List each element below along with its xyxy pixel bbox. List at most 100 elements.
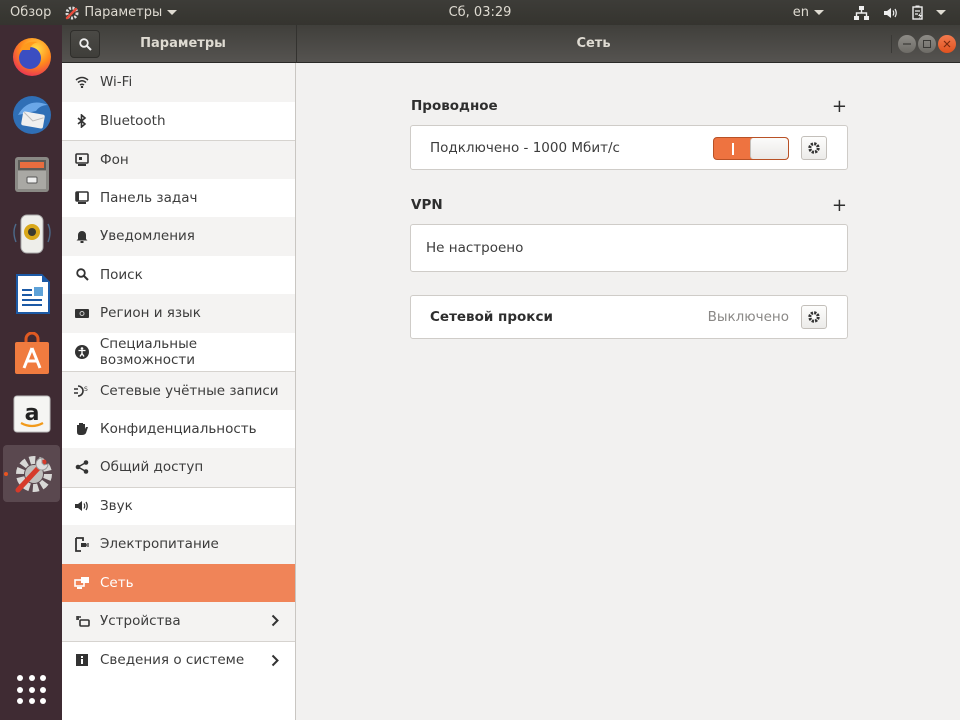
network-panel: Проводное + Подключено - 1000 Мбит/с VPN… bbox=[297, 63, 960, 720]
dock-files[interactable] bbox=[3, 145, 60, 202]
maximize-icon bbox=[923, 40, 931, 48]
sidebar-item-region[interactable]: Регион и язык bbox=[62, 294, 295, 333]
network-wired-icon[interactable] bbox=[854, 5, 869, 20]
show-apps-icon[interactable] bbox=[17, 675, 47, 705]
wired-heading: Проводное bbox=[411, 98, 498, 114]
volume-icon[interactable] bbox=[883, 6, 898, 20]
sidebar: Wi-Fi Bluetooth Фон Панель задач Уведомл… bbox=[62, 63, 296, 720]
devices-icon bbox=[74, 613, 90, 629]
dock-icon bbox=[74, 190, 90, 206]
switch-knob bbox=[750, 138, 788, 159]
privacy-hand-icon bbox=[74, 421, 90, 437]
close-button[interactable] bbox=[938, 35, 956, 53]
proxy-settings-button[interactable] bbox=[801, 305, 827, 329]
dock-software[interactable] bbox=[3, 325, 60, 382]
writer-icon bbox=[15, 273, 50, 314]
bluetooth-icon bbox=[74, 113, 90, 129]
top-bar: Обзор Параметры Сб, 03:29 en bbox=[0, 0, 960, 25]
chevron-down-icon bbox=[814, 10, 824, 15]
search-button[interactable] bbox=[70, 30, 100, 58]
sidebar-item-privacy[interactable]: Конфиденциальность bbox=[62, 410, 295, 449]
sidebar-item-bluetooth[interactable]: Bluetooth bbox=[62, 102, 295, 141]
system-menu[interactable] bbox=[912, 5, 946, 20]
sidebar-item-dock[interactable]: Панель задач bbox=[62, 179, 295, 218]
sidebar-item-sound[interactable]: Звук bbox=[62, 486, 295, 526]
gear-icon bbox=[808, 311, 820, 323]
wired-connection-row: Подключено - 1000 Мбит/с bbox=[410, 125, 848, 170]
proxy-status: Выключено bbox=[707, 309, 789, 325]
keyboard-layout-indicator[interactable]: en bbox=[793, 5, 824, 20]
sidebar-item-online-accounts[interactable]: S Сетевые учётные записи bbox=[62, 371, 295, 410]
sidebar-item-accessibility[interactable]: Специальные возможности bbox=[62, 333, 295, 372]
header-bar: Параметры Сеть bbox=[62, 25, 960, 63]
sidebar-item-label: Звук bbox=[100, 498, 133, 515]
dock-settings[interactable] bbox=[3, 445, 60, 502]
sidebar-item-label: Wi-Fi bbox=[100, 74, 133, 91]
app-menu-label: Параметры bbox=[84, 5, 163, 20]
accessibility-icon bbox=[74, 344, 90, 360]
sidebar-item-wifi[interactable]: Wi-Fi bbox=[62, 63, 295, 102]
vpn-row: Не настроено bbox=[410, 224, 848, 272]
dock-amazon[interactable]: a bbox=[3, 385, 60, 442]
proxy-row[interactable]: Сетевой прокси Выключено bbox=[410, 295, 848, 339]
firefox-icon bbox=[12, 37, 51, 76]
dock-writer[interactable] bbox=[3, 265, 60, 322]
bell-icon bbox=[74, 228, 90, 244]
chevron-down-icon bbox=[167, 10, 178, 15]
app-menu[interactable]: Параметры bbox=[65, 5, 178, 20]
sidebar-item-sharing[interactable]: Общий доступ bbox=[62, 448, 295, 487]
sidebar-item-network[interactable]: Сеть bbox=[62, 563, 295, 602]
sidebar-item-search[interactable]: Поиск bbox=[62, 256, 295, 295]
activities-button[interactable]: Обзор bbox=[0, 5, 61, 20]
page-title: Сеть bbox=[576, 36, 611, 51]
wired-toggle[interactable] bbox=[713, 137, 789, 160]
close-icon bbox=[943, 40, 951, 48]
wifi-icon bbox=[74, 74, 90, 90]
sidebar-item-details[interactable]: Сведения о системе bbox=[62, 640, 295, 680]
network-icon bbox=[74, 575, 90, 591]
search-icon bbox=[78, 37, 92, 51]
share-icon bbox=[74, 459, 90, 475]
sidebar-item-power[interactable]: Электропитание bbox=[62, 525, 295, 564]
sidebar-item-devices[interactable]: Устройства bbox=[62, 602, 295, 641]
settings-app-icon bbox=[65, 6, 79, 19]
sidebar-item-label: Устройства bbox=[100, 613, 181, 630]
sidebar-item-label: Bluetooth bbox=[100, 112, 166, 129]
sidebar-item-notifications[interactable]: Уведомления bbox=[62, 217, 295, 256]
sound-icon bbox=[74, 498, 90, 514]
add-wired-button[interactable]: + bbox=[832, 96, 847, 117]
amazon-icon: a bbox=[13, 395, 50, 432]
online-accounts-icon: S bbox=[74, 383, 90, 399]
search-icon bbox=[74, 267, 90, 283]
files-icon bbox=[14, 156, 49, 192]
dock-thunderbird[interactable] bbox=[3, 86, 60, 143]
dock-firefox[interactable] bbox=[3, 27, 60, 84]
chevron-right-icon bbox=[271, 654, 279, 666]
sidebar-item-label: Панель задач bbox=[100, 189, 198, 206]
maximize-button[interactable] bbox=[918, 35, 936, 53]
sidebar-item-label: Конфиденциальность bbox=[100, 420, 257, 437]
vpn-section-header: VPN + bbox=[411, 195, 847, 216]
clock[interactable]: Сб, 03:29 bbox=[449, 5, 512, 20]
sidebar-item-label: Уведомления bbox=[100, 228, 195, 245]
sidebar-item-label: Сведения о системе bbox=[100, 652, 245, 669]
sidebar-item-label: Электропитание bbox=[100, 536, 219, 553]
minimize-icon bbox=[903, 43, 911, 45]
sidebar-item-label: Регион и язык bbox=[100, 305, 201, 322]
svg-text:S: S bbox=[84, 386, 88, 393]
battery-icon bbox=[912, 5, 923, 20]
minimize-button[interactable] bbox=[898, 35, 916, 53]
chevron-right-icon bbox=[271, 614, 279, 627]
sidebar-item-label: Специальные возможности bbox=[99, 335, 198, 368]
sidebar-item-background[interactable]: Фон bbox=[62, 140, 295, 179]
add-vpn-button[interactable]: + bbox=[832, 195, 847, 216]
dock: a bbox=[0, 25, 62, 720]
wired-settings-button[interactable] bbox=[801, 136, 827, 160]
dock-rhythmbox[interactable] bbox=[3, 205, 60, 262]
sidebar-title: Параметры bbox=[140, 36, 226, 51]
svg-text:a: a bbox=[24, 401, 39, 426]
wired-status: Подключено - 1000 Мбит/с bbox=[430, 139, 620, 156]
running-indicator bbox=[4, 472, 8, 476]
sidebar-item-label: Фон bbox=[100, 151, 129, 168]
software-icon bbox=[14, 331, 49, 374]
